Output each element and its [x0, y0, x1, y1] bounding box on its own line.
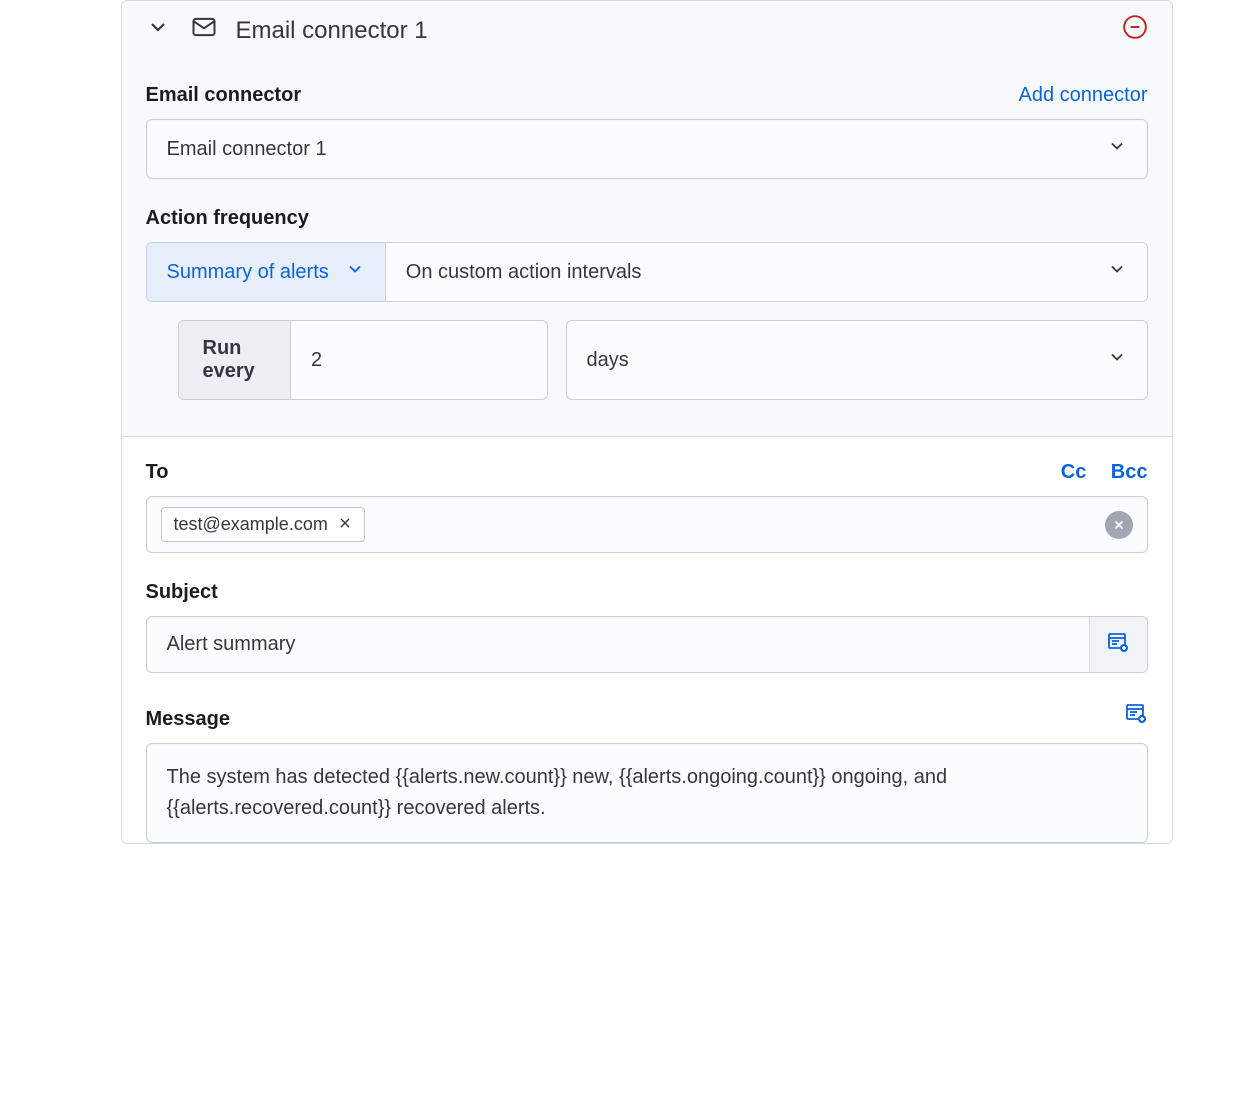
email-connector-panel: Email connector 1 Email connector Add co…	[121, 0, 1173, 844]
to-combobox[interactable]: test@example.com	[146, 496, 1148, 553]
collapse-toggle[interactable]	[146, 15, 170, 46]
connector-select-value: Email connector 1	[167, 138, 327, 161]
chevron-down-icon	[1107, 136, 1127, 162]
chevron-down-icon	[1107, 259, 1127, 285]
frequency-interval-value: On custom action intervals	[406, 261, 642, 284]
frequency-interval-select[interactable]: On custom action intervals	[386, 243, 1147, 301]
chevron-down-icon	[345, 259, 365, 285]
connector-config-section: Email connector Add connector Email conn…	[122, 60, 1172, 436]
bcc-link[interactable]: Bcc	[1111, 461, 1148, 483]
frequency-summary-select[interactable]: Summary of alerts	[147, 243, 386, 301]
message-label: Message	[146, 708, 231, 731]
subject-label: Subject	[146, 581, 1148, 604]
run-every-input[interactable]	[291, 321, 546, 399]
email-fields-section: To Cc Bcc test@example.com Subject	[122, 436, 1172, 843]
remove-action-button[interactable]	[1122, 14, 1148, 47]
connector-label: Email connector	[146, 84, 302, 107]
subject-input[interactable]	[147, 617, 1089, 672]
insert-variable-message-button[interactable]	[1124, 701, 1148, 730]
panel-title: Email connector 1	[236, 17, 1122, 45]
cc-link[interactable]: Cc	[1061, 461, 1087, 483]
run-unit-select[interactable]: days	[566, 320, 1148, 400]
variable-icon	[1124, 712, 1148, 729]
panel-header: Email connector 1	[122, 1, 1172, 60]
email-icon	[190, 13, 218, 48]
message-textarea[interactable]: The system has detected {{alerts.new.cou…	[146, 743, 1148, 843]
frequency-summary-value: Summary of alerts	[167, 261, 329, 284]
to-chip-label: test@example.com	[174, 514, 328, 535]
chip-remove-icon[interactable]	[338, 514, 352, 535]
run-every-field: Run every	[178, 320, 548, 400]
run-every-label: Run every	[179, 321, 292, 399]
insert-variable-subject-button[interactable]	[1089, 617, 1147, 672]
to-chip: test@example.com	[161, 507, 365, 542]
clear-all-icon[interactable]	[1105, 511, 1133, 539]
chevron-down-icon	[1107, 347, 1127, 373]
run-unit-value: days	[587, 349, 629, 372]
frequency-label: Action frequency	[146, 207, 1148, 230]
add-connector-link[interactable]: Add connector	[1019, 84, 1148, 107]
to-label: To	[146, 461, 169, 484]
variable-icon	[1106, 630, 1130, 659]
connector-select[interactable]: Email connector 1	[146, 119, 1148, 179]
